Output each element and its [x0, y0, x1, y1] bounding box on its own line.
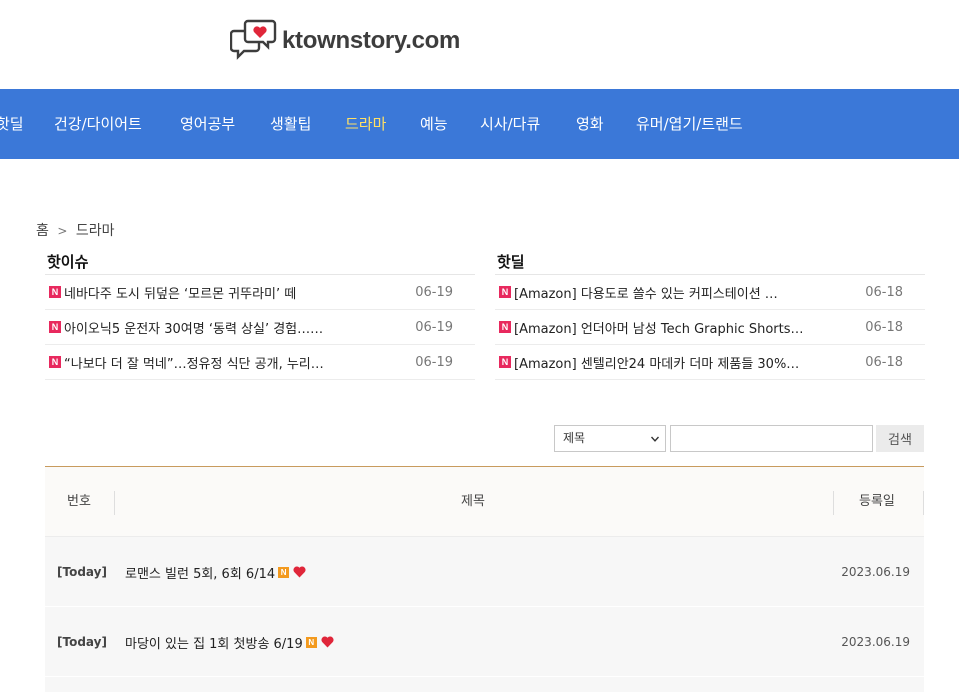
row-title-text[interactable]: 로맨스 빌런 5회, 6회 6/14 — [125, 563, 275, 582]
nav-item-variety[interactable]: 예능 — [420, 89, 448, 159]
hot-deal-item[interactable]: N [Amazon] 센텔리안24 마데카 더마 제품들 30%… 06-18 — [495, 345, 925, 380]
hot-issue-box: 핫이슈 N 네바다주 도시 뒤덮은 ‘모르몬 귀뚜라미’ 떼 06-19 N 아… — [45, 249, 475, 380]
chat-heart-logo-icon — [230, 19, 277, 60]
nav-item-english[interactable]: 영어공부 — [180, 89, 235, 159]
table-row[interactable]: [Today] 로맨스 빌런 5회, 6회 6/14 N 2023.06.19 — [45, 537, 924, 607]
hot-issue-item-date: 06-19 — [415, 354, 453, 370]
logo-text: ktownstory.com — [282, 27, 461, 54]
board-header: 번호 제목 등록일 — [45, 467, 924, 537]
row-tag: [Today] — [57, 565, 107, 579]
heart-icon — [321, 636, 334, 648]
header-divider — [833, 491, 834, 515]
nav-item-humor-trend[interactable]: 유머/엽기/트랜드 — [636, 89, 743, 159]
post-board: 번호 제목 등록일 [Today] 로맨스 빌런 5회, 6회 6/14 N 2… — [45, 466, 924, 692]
hot-deal-box: 핫딜 N [Amazon] 다용도로 쓸수 있는 커피스테이션 … 06-18 … — [495, 249, 925, 380]
nav-item-life-tips[interactable]: 생활팁 — [270, 89, 311, 159]
breadcrumb-home[interactable]: 홈 — [36, 223, 49, 239]
row-tag: [Today] — [57, 635, 107, 649]
nav-item-movie[interactable]: 영화 — [576, 89, 604, 159]
hot-deal-item-text[interactable]: [Amazon] 센텔리안24 마데카 더마 제품들 30%… — [514, 353, 804, 372]
table-row[interactable]: [Today] 마당이 있는 집 1회 첫방송 6/19 N 2023.06.1… — [45, 607, 924, 677]
header-date: 등록일 — [859, 494, 895, 509]
nav-item-news-docu[interactable]: 시사/다큐 — [480, 89, 540, 159]
new-badge-icon: N — [49, 286, 61, 298]
nav-item-drama[interactable]: 드라마 — [345, 89, 386, 159]
new-badge-icon: N — [499, 321, 511, 333]
hot-deal-item-text[interactable]: [Amazon] 언더아머 남성 Tech Graphic Shorts… — [514, 318, 804, 337]
site-logo[interactable]: ktownstory.com — [230, 16, 460, 66]
new-badge-icon: N — [49, 356, 61, 368]
hot-issue-item[interactable]: N 네바다주 도시 뒤덮은 ‘모르몬 귀뚜라미’ 떼 06-19 — [45, 275, 475, 310]
hot-deal-item-date: 06-18 — [865, 354, 903, 370]
heart-icon — [293, 566, 306, 578]
hot-issue-item[interactable]: N 아이오닉5 운전자 30여명 ‘동력 상실’ 경험…… 06-19 — [45, 310, 475, 345]
nav-item-hotdeal[interactable]: 핫딜 — [0, 89, 24, 159]
nav-item-health-diet[interactable]: 건강/다이어트 — [54, 89, 142, 159]
hot-issue-title: 핫이슈 — [45, 249, 475, 275]
search-button[interactable]: 검색 — [876, 425, 924, 452]
header-number: 번호 — [67, 494, 91, 509]
hot-issue-item-date: 06-19 — [415, 319, 453, 335]
hot-deal-item-date: 06-18 — [865, 319, 903, 335]
hot-issue-item-text[interactable]: 네바다주 도시 뒤덮은 ‘모르몬 귀뚜라미’ 떼 — [64, 283, 354, 302]
main-nav: 핫딜 건강/다이어트 영어공부 생활팁 드라마 예능 시사/다큐 영화 유머/엽… — [0, 89, 959, 159]
hot-issue-item-text[interactable]: “나보다 더 잘 먹네”…정유정 식단 공개, 누리… — [64, 353, 354, 372]
hot-deal-item[interactable]: N [Amazon] 다용도로 쓸수 있는 커피스테이션 … 06-18 — [495, 275, 925, 310]
breadcrumb: 홈 > 드라마 — [36, 220, 115, 240]
search-field-select[interactable]: 제목 — [554, 425, 666, 452]
new-badge-icon: N — [305, 636, 317, 648]
row-title[interactable]: 로맨스 빌런 5회, 6회 6/14 N — [125, 537, 306, 607]
header-divider — [923, 491, 924, 515]
hot-deal-item-date: 06-18 — [865, 284, 903, 300]
row-date: 2023.06.19 — [841, 635, 910, 649]
new-badge-icon: N — [278, 566, 290, 578]
header-title: 제목 — [461, 494, 485, 509]
header-divider — [114, 491, 115, 515]
new-badge-icon: N — [499, 356, 511, 368]
hot-deal-item[interactable]: N [Amazon] 언더아머 남성 Tech Graphic Shorts… … — [495, 310, 925, 345]
row-title[interactable]: 마당이 있는 집 1회 첫방송 6/19 N — [125, 607, 334, 677]
breadcrumb-current[interactable]: 드라마 — [76, 223, 115, 239]
table-row — [45, 677, 924, 692]
chevron-down-icon — [651, 436, 659, 442]
hot-issue-item-text[interactable]: 아이오닉5 운전자 30여명 ‘동력 상실’ 경험…… — [64, 318, 354, 337]
row-title-text[interactable]: 마당이 있는 집 1회 첫방송 6/19 — [125, 633, 303, 652]
search-field-select-value: 제목 — [563, 431, 586, 445]
search-input[interactable] — [670, 425, 873, 452]
row-date: 2023.06.19 — [841, 565, 910, 579]
new-badge-icon: N — [49, 321, 61, 333]
new-badge-icon: N — [499, 286, 511, 298]
hot-deal-item-text[interactable]: [Amazon] 다용도로 쓸수 있는 커피스테이션 … — [514, 283, 804, 302]
hot-deal-title: 핫딜 — [495, 249, 925, 275]
hot-issue-item[interactable]: N “나보다 더 잘 먹네”…정유정 식단 공개, 누리… 06-19 — [45, 345, 475, 380]
breadcrumb-separator: > — [57, 224, 68, 238]
hot-issue-item-date: 06-19 — [415, 284, 453, 300]
